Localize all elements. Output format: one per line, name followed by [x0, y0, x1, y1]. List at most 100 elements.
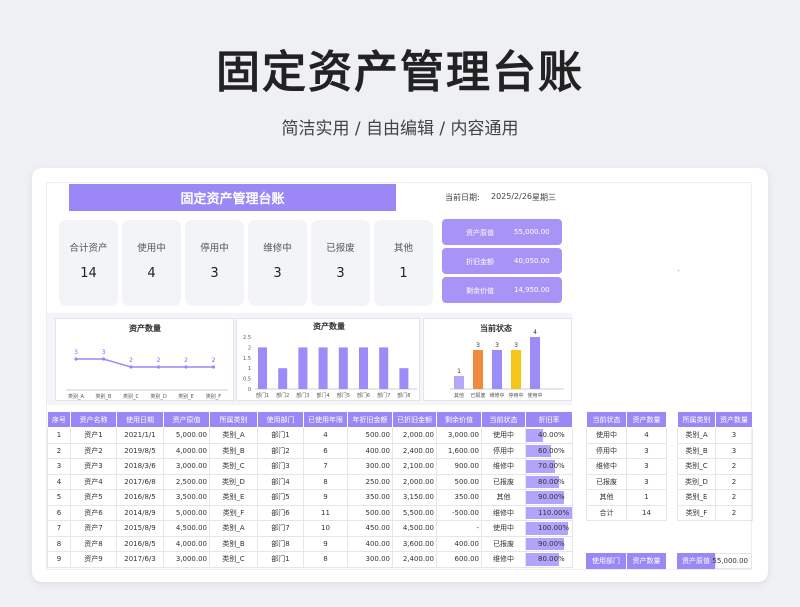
table-cell[interactable]: 已报废 — [586, 473, 627, 490]
column-header[interactable]: 年折旧金额 — [347, 411, 393, 428]
table-cell[interactable]: 3 — [626, 473, 667, 490]
table-cell[interactable]: 300.00 — [347, 551, 393, 568]
table-cell[interactable]: 9 — [303, 535, 348, 552]
table-cell[interactable]: 400.00 — [347, 535, 393, 552]
table-cell[interactable]: 4 — [626, 427, 667, 444]
table-cell[interactable]: 1,600.00 — [436, 442, 482, 459]
table-cell[interactable]: 4,000.00 — [163, 442, 210, 459]
table-cell[interactable]: 类别_B — [209, 442, 258, 459]
table-cell[interactable]: 部门5 — [257, 489, 304, 506]
table-cell[interactable]: 类别_C — [209, 551, 258, 568]
table-cell[interactable]: 维修中 — [481, 504, 526, 521]
column-header[interactable]: 使用部门 — [257, 411, 304, 428]
table-cell[interactable]: 3,600.00 — [392, 535, 437, 552]
table-cell[interactable]: 6 — [47, 504, 71, 521]
table-cell[interactable]: 类别_F — [209, 504, 258, 521]
table-cell[interactable]: 5,500.00 — [392, 504, 437, 521]
table-cell[interactable]: 使用中 — [586, 427, 627, 444]
table-cell[interactable]: 9 — [303, 489, 348, 506]
table-cell[interactable]: 已报废 — [481, 473, 526, 490]
date-value[interactable]: 2025/2/26 — [491, 192, 532, 201]
depreciation-rate-cell[interactable]: 60.00% — [525, 442, 573, 459]
table-cell[interactable]: 类别_B — [677, 442, 716, 459]
table-cell[interactable]: 3,000.00 — [436, 427, 482, 444]
table-cell[interactable]: 500.00 — [347, 427, 393, 444]
table-cell[interactable]: 部门6 — [257, 504, 304, 521]
depreciation-rate-cell[interactable]: 70.00% — [525, 458, 573, 475]
table-cell[interactable]: 部门2 — [257, 442, 304, 459]
table-cell[interactable]: 部门7 — [257, 520, 304, 537]
table-cell[interactable]: 2,400.00 — [392, 551, 437, 568]
table-cell[interactable]: 部门1 — [257, 427, 304, 444]
table-cell[interactable]: 4,000.00 — [163, 535, 210, 552]
table-cell[interactable]: 5 — [47, 489, 71, 506]
table-cell[interactable]: 类别_C — [209, 458, 258, 475]
table-cell[interactable]: 2021/1/1 — [116, 427, 164, 444]
depreciation-rate-cell[interactable]: 40.00% — [525, 427, 573, 444]
table-cell[interactable]: 1 — [47, 427, 71, 444]
depreciation-rate-cell[interactable]: 90.00% — [525, 535, 573, 552]
column-header[interactable]: 所属类别 — [209, 411, 258, 428]
column-header[interactable]: 剩余价值 — [436, 411, 482, 428]
depreciation-rate-cell[interactable]: 100.00% — [525, 520, 573, 537]
table-cell[interactable]: 类别_D — [209, 473, 258, 490]
table-cell[interactable]: 5,000.00 — [163, 427, 210, 444]
table-cell[interactable]: 14 — [626, 504, 667, 521]
table-cell[interactable]: 10 — [303, 520, 348, 537]
table-cell[interactable]: 资产5 — [70, 489, 117, 506]
table-cell[interactable]: 2015/8/9 — [116, 520, 164, 537]
table-cell[interactable]: 使用中 — [481, 427, 526, 444]
column-header[interactable]: 资产数量 — [626, 411, 667, 428]
table-cell[interactable]: 资产1 — [70, 427, 117, 444]
table-cell[interactable]: 维修中 — [586, 458, 627, 475]
table-cell[interactable]: 2 — [715, 458, 753, 475]
table-cell[interactable]: 2014/8/9 — [116, 504, 164, 521]
table-cell[interactable]: - — [436, 520, 482, 537]
table-cell[interactable]: 8 — [303, 473, 348, 490]
table-cell[interactable]: 350.00 — [347, 489, 393, 506]
table-cell[interactable]: 2,000.00 — [392, 427, 437, 444]
table-cell[interactable]: 3 — [626, 458, 667, 475]
table-cell[interactable]: 部门4 — [257, 473, 304, 490]
table-cell[interactable]: 类别_A — [677, 427, 716, 444]
table-cell[interactable]: 2,500.00 — [163, 473, 210, 490]
table-cell[interactable]: 资产6 — [70, 504, 117, 521]
depreciation-rate-cell[interactable]: 80.00% — [525, 473, 573, 490]
table-cell[interactable]: 3 — [715, 442, 753, 459]
column-header[interactable]: 序号 — [47, 411, 71, 428]
table-cell[interactable]: 2 — [715, 504, 753, 521]
table-cell[interactable]: 停用中 — [586, 442, 627, 459]
table-cell[interactable]: 类别_F — [677, 504, 716, 521]
table-cell[interactable]: 11 — [303, 504, 348, 521]
table-cell[interactable]: 5,000.00 — [163, 504, 210, 521]
table-cell[interactable]: 已报废 — [481, 535, 526, 552]
table-cell[interactable]: 400.00 — [347, 442, 393, 459]
column-header[interactable]: 折旧率 — [525, 411, 573, 428]
table-cell[interactable]: 类别_D — [677, 473, 716, 490]
table-cell[interactable]: 类别_B — [209, 535, 258, 552]
table-cell[interactable]: 900.00 — [436, 458, 482, 475]
table-cell[interactable]: 1 — [626, 489, 667, 506]
column-header[interactable]: 当前状态 — [481, 411, 526, 428]
table-cell[interactable]: -500.00 — [436, 504, 482, 521]
column-header[interactable]: 资产原值 — [163, 411, 210, 428]
table-cell[interactable]: 其他 — [481, 489, 526, 506]
table-cell[interactable]: 2 — [47, 442, 71, 459]
table-cell[interactable]: 3 — [626, 442, 667, 459]
table-cell[interactable]: 2,400.00 — [392, 442, 437, 459]
table-cell[interactable]: 资产7 — [70, 520, 117, 537]
table-cell[interactable]: 2,000.00 — [392, 473, 437, 490]
table-cell[interactable]: 合计 — [586, 504, 627, 521]
table-cell[interactable]: 7 — [47, 520, 71, 537]
depreciation-rate-cell[interactable]: 90.00% — [525, 489, 573, 506]
table-cell[interactable]: 部门8 — [257, 535, 304, 552]
table-cell[interactable]: 8 — [47, 535, 71, 552]
table-cell[interactable]: 2018/3/6 — [116, 458, 164, 475]
column-header[interactable]: 当前状态 — [586, 411, 627, 428]
column-header[interactable]: 所属类别 — [677, 411, 716, 428]
table-cell[interactable]: 4,500.00 — [392, 520, 437, 537]
table-cell[interactable]: 4,500.00 — [163, 520, 210, 537]
table-cell[interactable]: 部门3 — [257, 458, 304, 475]
table-cell[interactable]: 类别_A — [209, 427, 258, 444]
table-cell[interactable]: 4 — [47, 473, 71, 490]
